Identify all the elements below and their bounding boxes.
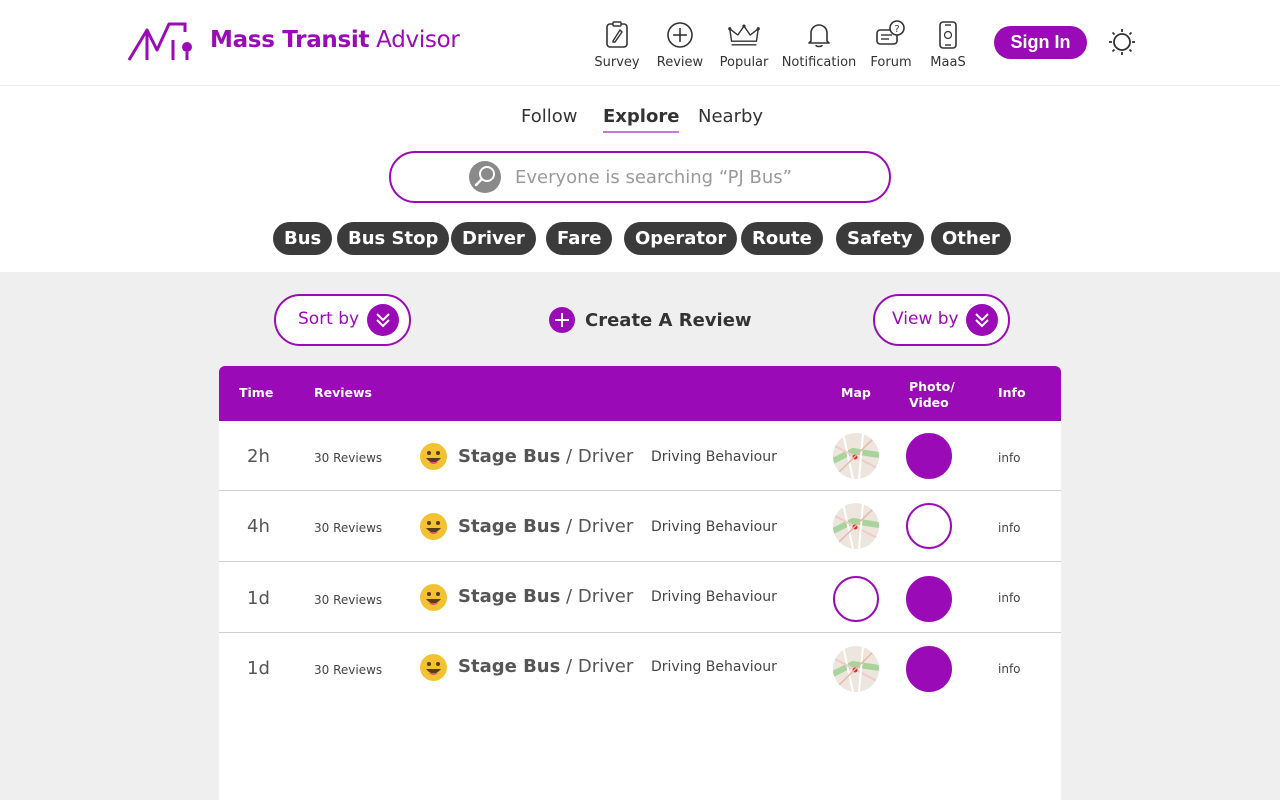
row-category: Driving Behaviour (651, 659, 777, 675)
row-title-subject: Stage Bus (458, 656, 561, 677)
map-thumbnail[interactable] (833, 433, 879, 479)
row-title-topic: / Driver (560, 656, 634, 677)
table-row[interactable]: 2h 30 Reviews Stage Bus / Driver Driving… (219, 421, 1061, 491)
top-header: Mass Transit Advisor Survey Review Popul… (0, 0, 1280, 86)
map-thumbnail[interactable] (833, 503, 879, 549)
nav-maas-label: MaaS (930, 55, 966, 70)
view-by-label: View by (892, 309, 959, 329)
header-reviews: Reviews (314, 385, 373, 400)
row-info-link[interactable]: info (998, 662, 1021, 676)
row-title-subject: Stage Bus (458, 586, 561, 607)
create-review-button[interactable]: Create A Review (549, 307, 752, 333)
row-title[interactable]: Stage Bus / Driver (458, 656, 633, 677)
row-title-topic: / Driver (560, 586, 634, 607)
feed-tabs: Follow Explore Nearby (0, 106, 1280, 133)
grinning-face-icon (420, 513, 447, 540)
row-title-topic: / Driver (560, 446, 634, 467)
row-title-subject: Stage Bus (458, 516, 561, 537)
header-photo: Photo/ (909, 379, 955, 394)
search-input[interactable] (515, 163, 875, 191)
row-reviews[interactable]: 30 Reviews (314, 521, 382, 535)
tab-nearby[interactable]: Nearby (698, 106, 763, 127)
chip-bus[interactable]: Bus (273, 222, 333, 255)
sign-in-button[interactable]: Sign In (994, 26, 1087, 59)
row-reviews[interactable]: 30 Reviews (314, 451, 382, 465)
header-info: Info (998, 385, 1026, 400)
reviews-table: Time Reviews Map Photo/Video Info 2h 30 … (219, 366, 1061, 800)
chip-other[interactable]: Other (931, 222, 1011, 255)
map-indicator[interactable] (833, 576, 879, 622)
row-time: 4h (247, 516, 270, 537)
double-chevron-down-icon (367, 304, 399, 336)
header-map: Map (841, 385, 871, 400)
row-time: 1d (247, 658, 270, 679)
row-time: 1d (247, 588, 270, 609)
row-reviews[interactable]: 30 Reviews (314, 663, 382, 677)
chip-bus-stop[interactable]: Bus Stop (337, 222, 450, 255)
table-row[interactable]: 4h 30 Reviews Stage Bus / Driver Driving… (219, 492, 1061, 562)
plus-icon (549, 307, 575, 333)
phone-icon (932, 18, 964, 52)
survey-icon (601, 18, 633, 52)
nav-review-label: Review (656, 55, 704, 70)
header-photo-video: Photo/Video (909, 379, 955, 411)
row-category: Driving Behaviour (651, 519, 777, 535)
nav-popular-label: Popular (719, 55, 769, 70)
grinning-face-icon (420, 584, 447, 611)
row-category: Driving Behaviour (651, 449, 777, 465)
row-title[interactable]: Stage Bus / Driver (458, 586, 633, 607)
photo-video-indicator[interactable] (906, 646, 952, 692)
chip-fare[interactable]: Fare (546, 222, 613, 255)
row-title[interactable]: Stage Bus / Driver (458, 446, 633, 467)
row-title-subject: Stage Bus (458, 446, 561, 467)
row-info-link[interactable]: info (998, 591, 1021, 605)
photo-video-indicator[interactable] (906, 503, 952, 549)
row-info-link[interactable]: info (998, 521, 1021, 535)
grinning-face-icon (420, 654, 447, 681)
grinning-face-icon (420, 443, 447, 470)
search-bar[interactable] (389, 151, 891, 203)
chip-operator[interactable]: Operator (624, 222, 738, 255)
brand-light: Advisor (369, 27, 460, 53)
mass-transit-logo[interactable] (127, 20, 193, 64)
sort-by-select[interactable]: Sort by (274, 294, 411, 346)
bell-icon (803, 18, 835, 52)
row-time: 2h (247, 446, 270, 467)
brand-name[interactable]: Mass Transit Advisor (210, 27, 460, 53)
row-title[interactable]: Stage Bus / Driver (458, 516, 633, 537)
tab-follow[interactable]: Follow (521, 106, 577, 127)
photo-video-indicator[interactable] (906, 576, 952, 622)
tab-explore[interactable]: Explore (603, 106, 680, 133)
row-reviews[interactable]: 30 Reviews (314, 593, 382, 607)
table-row[interactable]: 1d 30 Reviews Stage Bus / Driver Driving… (219, 563, 1061, 633)
table-row[interactable]: 1d 30 Reviews Stage Bus / Driver Driving… (219, 634, 1061, 704)
header-video: Video (909, 395, 949, 410)
map-thumbnail[interactable] (833, 646, 879, 692)
create-review-label: Create A Review (585, 309, 752, 331)
row-category: Driving Behaviour (651, 589, 777, 605)
photo-video-indicator[interactable] (906, 433, 952, 479)
search-icon[interactable] (469, 161, 501, 193)
brand-strong: Mass Transit (210, 27, 370, 53)
double-chevron-down-icon (966, 304, 998, 336)
view-by-select[interactable]: View by (873, 294, 1010, 346)
sort-by-label: Sort by (298, 309, 360, 329)
theme-toggle-icon[interactable] (1108, 28, 1136, 56)
svg-text:?: ? (894, 24, 899, 35)
nav-maas[interactable]: MaaS (903, 18, 993, 70)
chip-route[interactable]: Route (741, 222, 823, 255)
chip-safety[interactable]: Safety (836, 222, 924, 255)
row-title-topic: / Driver (560, 516, 634, 537)
plus-circle-icon (664, 18, 696, 52)
crown-icon (728, 18, 760, 52)
chip-driver[interactable]: Driver (451, 222, 536, 255)
table-header: Time Reviews Map Photo/Video Info (219, 366, 1061, 421)
nav-survey-label: Survey (594, 55, 640, 70)
header-time: Time (239, 385, 274, 400)
row-info-link[interactable]: info (998, 451, 1021, 465)
